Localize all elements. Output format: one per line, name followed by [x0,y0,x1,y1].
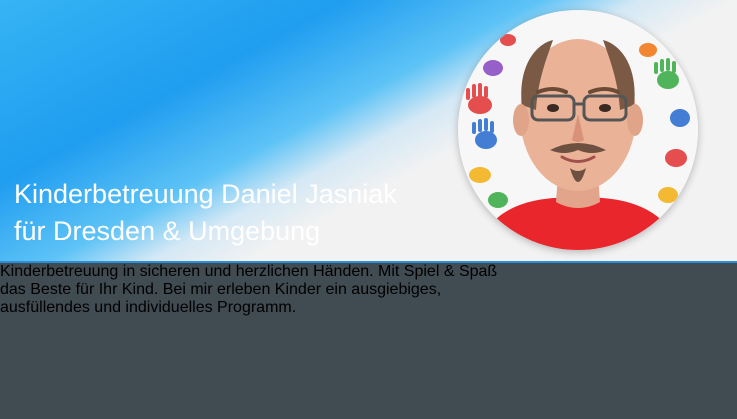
hero-banner: Kinderbetreuung Daniel Jasniak für Dresd… [0,0,737,262]
intro-section: Kinderbetreuung in sicheren und herzlich… [0,263,737,419]
hero-title-line-1: Kinderbetreuung Daniel Jasniak [14,179,397,209]
hero-title: Kinderbetreuung Daniel Jasniak für Dresd… [14,176,397,250]
intro-line-1: Kinderbetreuung in sicheren und herzlich… [0,263,498,280]
portrait-illustration [458,10,698,250]
intro-line-2: das Beste für Ihr Kind. Bei mir erleben … [0,281,442,298]
hero-title-line-2: für Dresden & Umgebung [14,216,321,246]
intro-line-3: ausfüllendes und individuelles Programm. [0,299,297,316]
portrait-photo [458,10,698,250]
